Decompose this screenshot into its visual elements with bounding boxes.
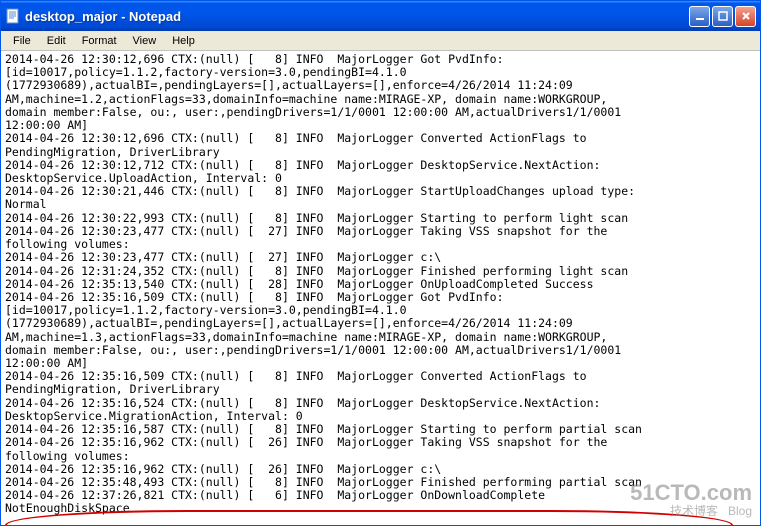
- highlight-annotation: [5, 510, 733, 525]
- watermark: 51CTO.com技术博客 Blog: [630, 480, 752, 519]
- notepad-window: desktop_major - Notepad File Edit Format…: [0, 0, 761, 526]
- menu-file[interactable]: File: [5, 33, 39, 49]
- menu-edit[interactable]: Edit: [39, 33, 74, 49]
- text-area[interactable]: 2014-04-26 12:30:12,696 CTX:(null) [ 8] …: [1, 51, 760, 525]
- maximize-button[interactable]: [712, 6, 733, 27]
- menu-format[interactable]: Format: [74, 33, 125, 49]
- menu-help[interactable]: Help: [164, 33, 203, 49]
- window-controls: [689, 6, 756, 27]
- close-button[interactable]: [735, 6, 756, 27]
- menu-view[interactable]: View: [125, 33, 165, 49]
- minimize-button[interactable]: [689, 6, 710, 27]
- watermark-main: 51CTO.com: [630, 480, 752, 505]
- menubar: File Edit Format View Help: [1, 31, 760, 51]
- watermark-sub: 技术博客 Blog: [630, 505, 752, 519]
- window-title: desktop_major - Notepad: [25, 9, 689, 24]
- titlebar[interactable]: desktop_major - Notepad: [1, 1, 760, 31]
- notepad-icon: [5, 8, 21, 24]
